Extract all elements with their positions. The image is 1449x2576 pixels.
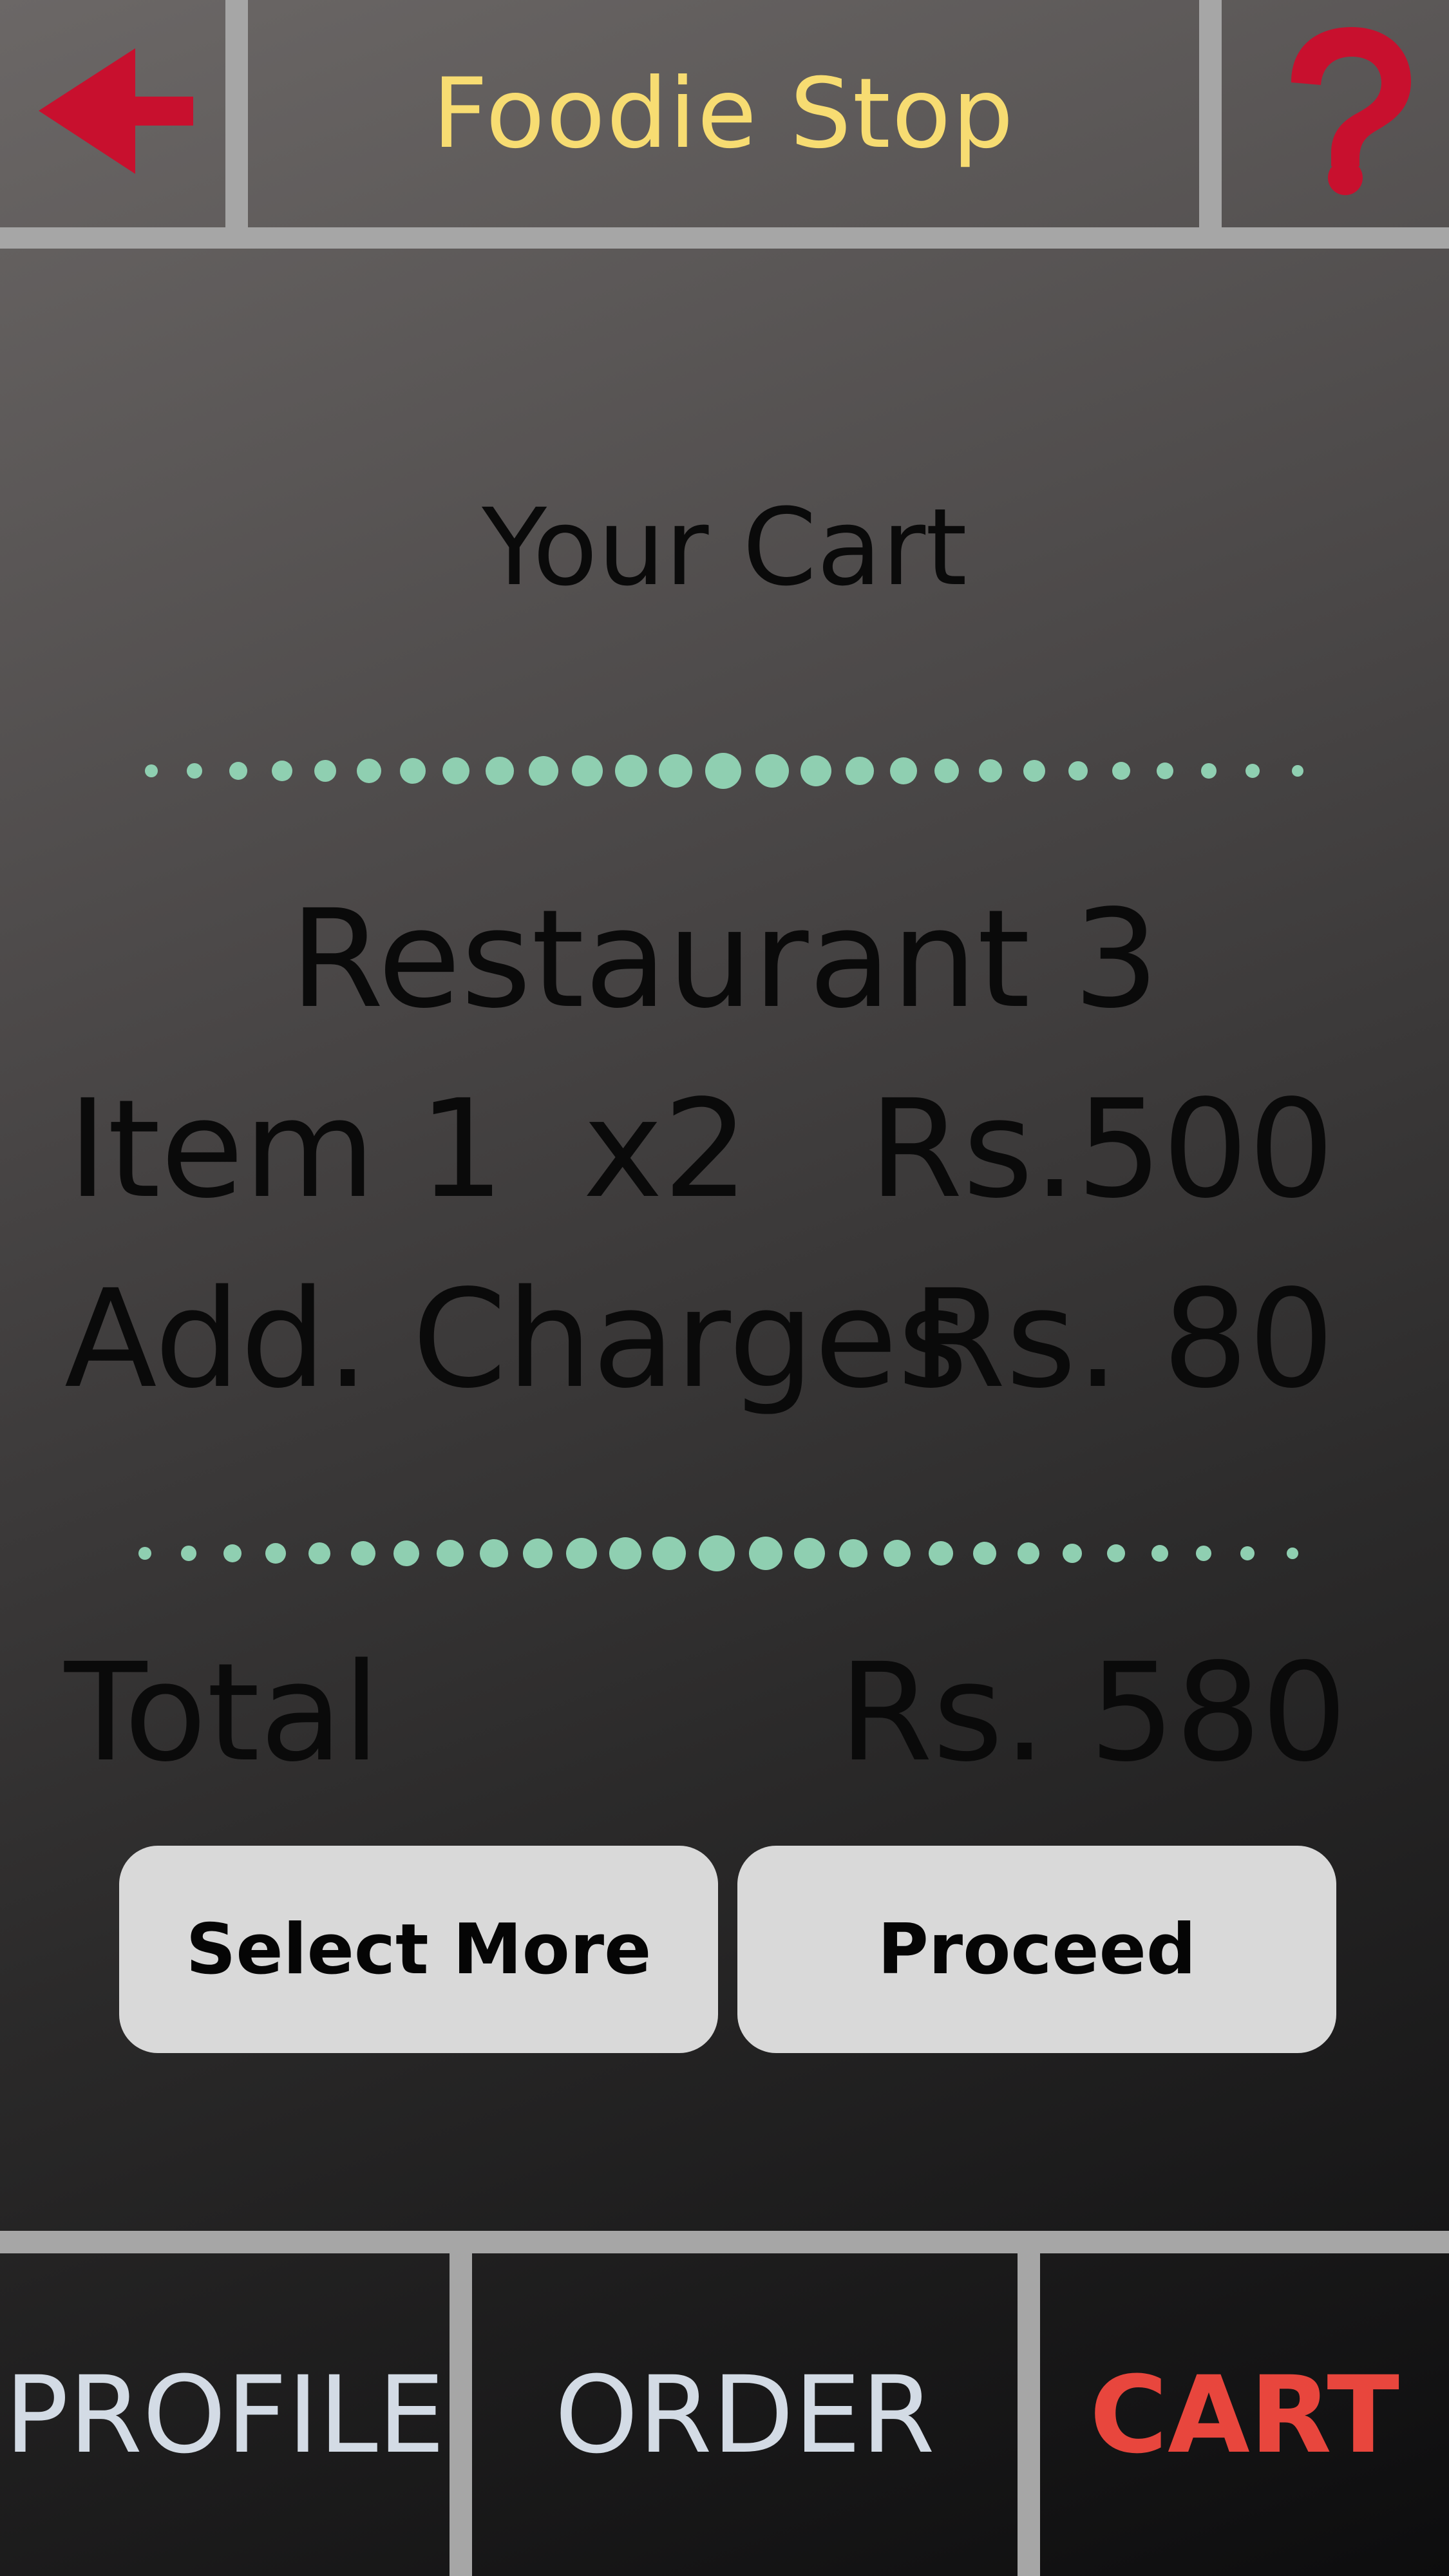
- cart-heading: Your Cart: [482, 486, 967, 609]
- nav-divider-right: [1018, 2231, 1040, 2576]
- help-button[interactable]: [1222, 0, 1449, 227]
- dotted-divider-top: [145, 753, 1303, 789]
- header-divider-left: [225, 0, 248, 249]
- back-arrow-icon: [39, 48, 193, 174]
- nav-tab-profile[interactable]: PROFILE: [0, 2253, 450, 2576]
- total-label: Total: [64, 1634, 381, 1792]
- nav-tab-cart[interactable]: CART: [1040, 2253, 1449, 2576]
- item-name: Item 1: [68, 1070, 505, 1228]
- question-mark-icon: [1291, 27, 1411, 195]
- item-price: Rs.500: [869, 1070, 1334, 1228]
- app-title: Foodie Stop: [432, 57, 1015, 170]
- item-quantity: x2: [583, 1070, 749, 1228]
- back-button[interactable]: [0, 0, 225, 227]
- nav-divider-top: [0, 2231, 1449, 2253]
- additional-charges-value: Rs. 80: [911, 1260, 1334, 1418]
- proceed-button[interactable]: Proceed: [737, 1846, 1336, 2053]
- total-value: Rs. 580: [838, 1634, 1347, 1792]
- dotted-divider-bottom: [138, 1535, 1298, 1571]
- header-divider-bottom: [0, 227, 1449, 249]
- nav-divider-left: [450, 2231, 472, 2576]
- header-divider-right: [1199, 0, 1222, 249]
- nav-tab-order[interactable]: ORDER: [472, 2253, 1018, 2576]
- select-more-button[interactable]: Select More: [119, 1846, 718, 2053]
- restaurant-name: Restaurant 3: [289, 880, 1160, 1038]
- additional-charges-label: Add. Charges: [64, 1260, 969, 1418]
